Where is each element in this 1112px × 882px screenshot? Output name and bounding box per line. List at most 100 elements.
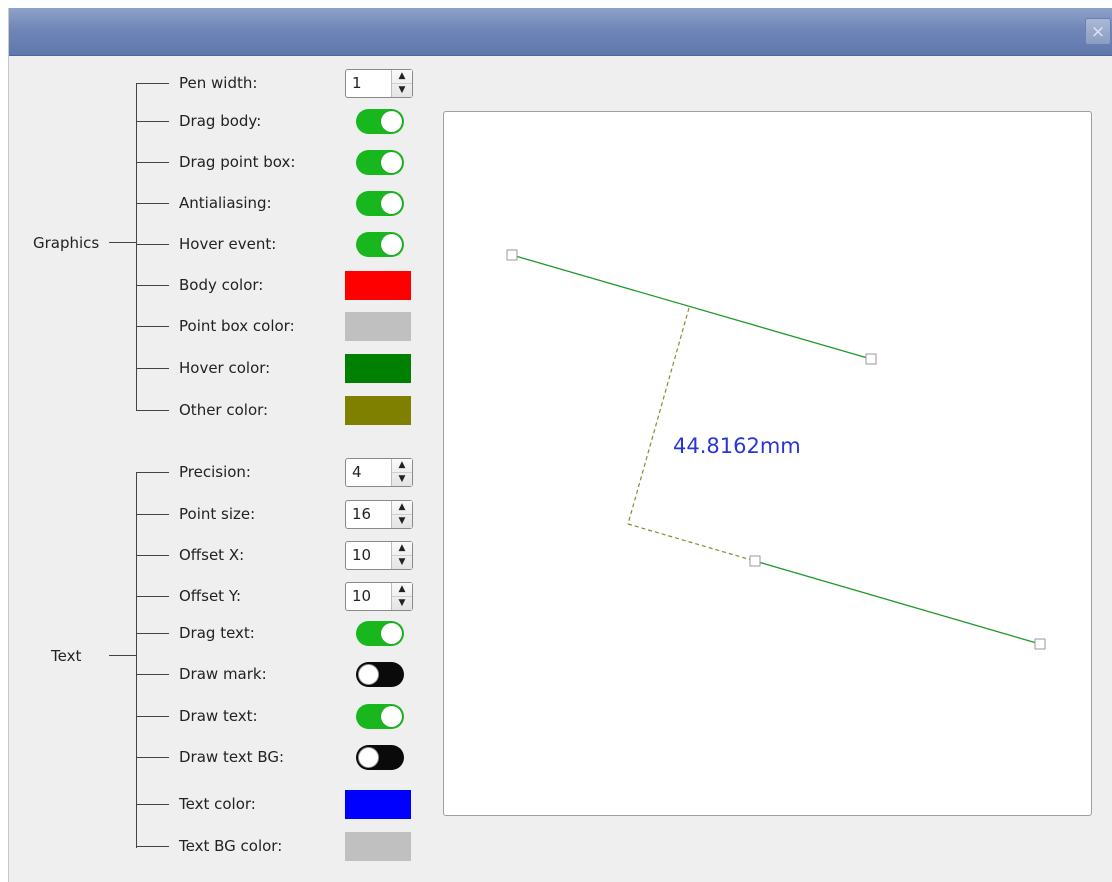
offset-x-label: Offset X: bbox=[179, 546, 245, 564]
hover-event-label: Hover event: bbox=[179, 235, 277, 253]
tree-connector bbox=[136, 633, 169, 634]
tree-connector bbox=[136, 514, 169, 515]
spin-up-icon[interactable]: ▲ bbox=[392, 542, 412, 556]
measurement-drawing bbox=[506, 249, 1046, 650]
tree-connector bbox=[136, 121, 169, 122]
offset-y-spinbox[interactable]: 10 ▲ ▼ bbox=[345, 582, 413, 611]
spin-arrows: ▲ ▼ bbox=[391, 459, 412, 486]
tree-branch-text bbox=[136, 472, 137, 848]
spin-down-icon[interactable]: ▼ bbox=[392, 473, 412, 486]
tree-connector bbox=[136, 203, 169, 204]
measurement-label[interactable]: 44.8162mm bbox=[673, 434, 801, 458]
hover-event-toggle[interactable] bbox=[356, 232, 404, 257]
pen-width-value[interactable]: 1 bbox=[352, 74, 362, 92]
toggle-knob bbox=[381, 152, 402, 173]
tree-connector bbox=[109, 655, 136, 656]
tree-connector bbox=[109, 242, 136, 243]
text-color-swatch[interactable] bbox=[345, 790, 411, 819]
text-color-label: Text color: bbox=[179, 795, 256, 813]
draw-mark-toggle[interactable] bbox=[356, 662, 404, 687]
offset-y-value[interactable]: 10 bbox=[352, 587, 371, 605]
pen-width-label: Pen width: bbox=[179, 74, 258, 92]
draw-mark-label: Draw mark: bbox=[179, 665, 267, 683]
tree-connector bbox=[136, 410, 169, 411]
spin-arrows: ▲ ▼ bbox=[391, 583, 412, 610]
body-color-swatch[interactable] bbox=[345, 271, 411, 300]
close-icon: × bbox=[1090, 22, 1106, 42]
draw-text-label: Draw text: bbox=[179, 707, 258, 725]
graphics-group-label: Graphics bbox=[33, 234, 100, 252]
tree-connector bbox=[136, 757, 169, 758]
other-color-label: Other color: bbox=[179, 401, 269, 419]
tree-connector bbox=[136, 596, 169, 597]
guide-line-extension bbox=[627, 523, 756, 562]
tree-branch-graphics bbox=[136, 83, 137, 410]
precision-spinbox[interactable]: 4 ▲ ▼ bbox=[345, 458, 413, 487]
offset-x-value[interactable]: 10 bbox=[352, 546, 371, 564]
text-bg-color-swatch[interactable] bbox=[345, 832, 411, 861]
offset-y-label: Offset Y: bbox=[179, 587, 242, 605]
tree-connector bbox=[136, 285, 169, 286]
point-size-value[interactable]: 16 bbox=[352, 505, 371, 523]
text-bg-color-label: Text BG color: bbox=[179, 837, 283, 855]
close-button[interactable]: × bbox=[1085, 18, 1111, 45]
tree-connector bbox=[136, 716, 169, 717]
pen-width-spinbox[interactable]: 1 ▲ ▼ bbox=[345, 69, 413, 98]
tree-connector bbox=[136, 472, 169, 473]
tree-connector bbox=[136, 244, 169, 245]
body-color-label: Body color: bbox=[179, 276, 264, 294]
guide-line-perpendicular bbox=[627, 307, 690, 525]
measured-line-b[interactable] bbox=[754, 560, 1041, 645]
spin-up-icon[interactable]: ▲ bbox=[392, 583, 412, 597]
tree-connector bbox=[136, 674, 169, 675]
drag-text-toggle[interactable] bbox=[356, 621, 404, 646]
text-group-label: Text bbox=[51, 647, 82, 665]
draw-text-bg-label: Draw text BG: bbox=[179, 748, 285, 766]
hover-color-swatch[interactable] bbox=[345, 354, 411, 383]
point-box-color-label: Point box color: bbox=[179, 317, 295, 335]
spin-down-icon[interactable]: ▼ bbox=[392, 597, 412, 610]
point-box[interactable] bbox=[1034, 638, 1046, 650]
tree-connector bbox=[136, 83, 169, 84]
spin-down-icon[interactable]: ▼ bbox=[392, 556, 412, 569]
antialiasing-toggle[interactable] bbox=[356, 191, 404, 216]
spin-up-icon[interactable]: ▲ bbox=[392, 501, 412, 515]
point-box[interactable] bbox=[749, 555, 761, 567]
drag-text-label: Drag text: bbox=[179, 624, 255, 642]
spin-down-icon[interactable]: ▼ bbox=[392, 515, 412, 528]
drag-body-toggle[interactable] bbox=[356, 109, 404, 134]
toggle-knob bbox=[381, 623, 402, 644]
point-size-spinbox[interactable]: 16 ▲ ▼ bbox=[345, 500, 413, 529]
dialog-window: × Graphics Pen width: 1 ▲ ▼ Drag body: Drag p… bbox=[8, 8, 1112, 882]
spin-down-icon[interactable]: ▼ bbox=[392, 84, 412, 97]
hover-color-label: Hover color: bbox=[179, 359, 271, 377]
precision-label: Precision: bbox=[179, 463, 251, 481]
spin-arrows: ▲ ▼ bbox=[391, 542, 412, 569]
spin-up-icon[interactable]: ▲ bbox=[392, 459, 412, 473]
point-size-label: Point size: bbox=[179, 505, 256, 523]
point-box[interactable] bbox=[506, 249, 518, 261]
point-box[interactable] bbox=[865, 353, 877, 365]
precision-value[interactable]: 4 bbox=[352, 463, 362, 481]
tree-connector bbox=[136, 555, 169, 556]
spin-up-icon[interactable]: ▲ bbox=[392, 70, 412, 84]
toggle-knob bbox=[381, 193, 402, 214]
toggle-knob bbox=[358, 747, 379, 768]
preview-canvas[interactable]: 44.8162mm bbox=[443, 111, 1092, 816]
draw-text-toggle[interactable] bbox=[356, 704, 404, 729]
offset-x-spinbox[interactable]: 10 ▲ ▼ bbox=[345, 541, 413, 570]
drag-body-label: Drag body: bbox=[179, 112, 262, 130]
point-box-color-swatch[interactable] bbox=[345, 312, 411, 341]
drag-point-box-toggle[interactable] bbox=[356, 150, 404, 175]
spin-arrows: ▲ ▼ bbox=[391, 70, 412, 97]
spin-arrows: ▲ ▼ bbox=[391, 501, 412, 528]
draw-text-bg-toggle[interactable] bbox=[356, 745, 404, 770]
other-color-swatch[interactable] bbox=[345, 396, 411, 425]
toggle-knob bbox=[358, 664, 379, 685]
tree-connector bbox=[136, 804, 169, 805]
tree-connector bbox=[136, 368, 169, 369]
measured-line-a[interactable] bbox=[511, 254, 872, 360]
toggle-knob bbox=[381, 234, 402, 255]
tree-connector bbox=[136, 162, 169, 163]
title-bar[interactable]: × bbox=[9, 8, 1112, 56]
